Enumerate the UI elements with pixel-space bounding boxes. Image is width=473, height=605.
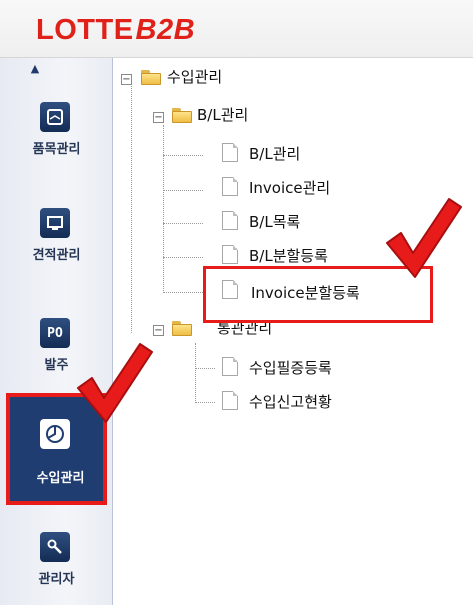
tree-connector xyxy=(195,402,215,403)
document-icon xyxy=(222,391,238,410)
lotte-b2b-logo[interactable]: LOTTEB2B xyxy=(36,14,195,46)
folder-open-icon xyxy=(172,321,192,336)
po-icon-text: PO xyxy=(47,325,63,341)
logo-text: LOTTE xyxy=(36,14,134,46)
pie-chart-icon xyxy=(40,419,70,449)
sidebar-menu: ▲ 품목관리 견적관리 PO 발주 수입관리 관리자 xyxy=(0,58,113,605)
logo-accent: B2B xyxy=(135,14,196,46)
sidebar-item-po[interactable]: PO 발주 xyxy=(6,304,107,392)
tree-leaf-label: 수입필증등록 xyxy=(249,359,332,377)
document-icon xyxy=(222,280,238,299)
sidebar-item-label: 수입관리 xyxy=(36,471,85,486)
tree-connector xyxy=(163,257,203,258)
sidebar-item-items[interactable]: 품목관리 xyxy=(6,88,107,176)
tree-node-label: 통관관리 xyxy=(217,319,273,337)
tree-leaf-label: Invoice관리 xyxy=(249,179,331,197)
document-icon xyxy=(222,245,238,264)
sidebar-item-label: 품목관리 xyxy=(32,142,81,157)
collapse-toggle-icon[interactable]: − xyxy=(153,112,164,123)
tree-connector xyxy=(163,155,203,156)
tree-leaf-label: B/L목록 xyxy=(249,213,301,231)
sidebar-item-label: 관리자 xyxy=(38,572,75,587)
tree-connector xyxy=(131,84,132,333)
tree-leaf-label: Invoice분할등록 xyxy=(251,284,360,302)
tree-connector xyxy=(195,368,215,369)
check-mark-icon xyxy=(386,198,462,278)
tree-connector xyxy=(195,343,196,403)
document-icon xyxy=(222,177,238,196)
folder-open-icon xyxy=(172,108,192,123)
scroll-up-arrow-icon[interactable]: ▲ xyxy=(26,62,44,76)
sidebar-item-label: 견적관리 xyxy=(32,248,81,263)
tree-leaf-label: 수입신고현황 xyxy=(249,393,332,411)
collapse-toggle-icon[interactable]: − xyxy=(121,74,132,85)
collapse-toggle-icon[interactable]: − xyxy=(153,325,164,336)
tree-leaf-label: B/L관리 xyxy=(249,145,301,163)
tree-leaf-label: B/L분할등록 xyxy=(249,247,328,265)
document-icon xyxy=(222,357,238,376)
document-icon xyxy=(222,143,238,162)
tree-node-label: B/L관리 xyxy=(197,106,249,124)
sidebar-item-admin[interactable]: 관리자 xyxy=(6,518,107,605)
envelope-icon xyxy=(40,102,70,132)
monitor-icon xyxy=(40,208,70,238)
po-icon: PO xyxy=(40,318,70,348)
tree-connector xyxy=(163,292,203,293)
folder-open-icon xyxy=(141,70,161,85)
sidebar-item-import[interactable]: 수입관리 xyxy=(6,393,107,505)
tree-connector xyxy=(163,223,203,224)
sidebar-item-quote[interactable]: 견적관리 xyxy=(6,194,107,282)
sidebar-item-label: 발주 xyxy=(44,358,69,373)
tree-node-label: 수입관리 xyxy=(167,68,223,86)
tree-connector xyxy=(163,125,164,293)
wrench-icon xyxy=(40,532,70,562)
document-icon xyxy=(222,211,238,230)
tree-connector xyxy=(163,190,203,191)
app-header: LOTTEB2B xyxy=(0,0,473,58)
